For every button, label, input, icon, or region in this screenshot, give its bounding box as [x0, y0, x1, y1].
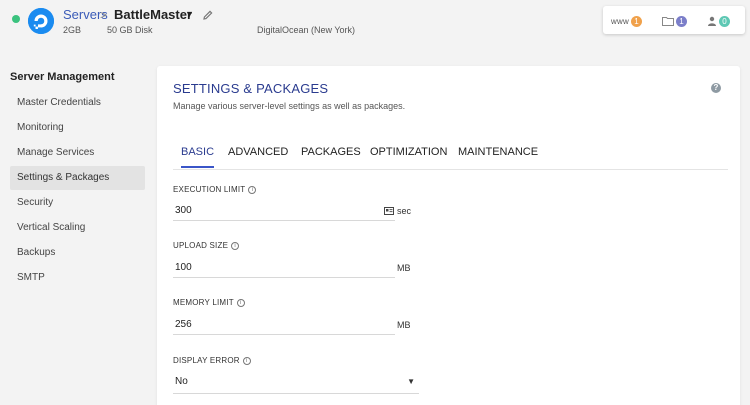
tab-basic[interactable]: BASIC [181, 146, 215, 168]
user-icon [708, 16, 716, 26]
users-count-badge: 0 [719, 15, 730, 27]
users-button[interactable]: 0 [707, 14, 730, 28]
info-icon[interactable]: i [231, 241, 240, 250]
edit-pencil-icon[interactable] [202, 9, 214, 21]
memory-limit-unit: MB [397, 320, 411, 330]
server-provider: DigitalOcean (New York) [257, 25, 356, 35]
display-error-label-text: DISPLAY ERROR [173, 356, 240, 365]
upload-size-label-text: UPLOAD SIZE [173, 241, 229, 250]
page-title: SETTINGS & PACKAGES [173, 81, 329, 96]
info-icon[interactable]: i [236, 298, 245, 307]
server-ram: 2GB [63, 25, 82, 35]
applications-count-badge: 1 [630, 15, 642, 27]
sidebar-item-vertical-scaling[interactable]: Vertical Scaling [10, 216, 145, 240]
www-label: www [611, 16, 629, 26]
id-card-icon [384, 207, 394, 215]
execution-limit-unit: sec [397, 206, 412, 216]
settings-panel: SETTINGS & PACKAGES Manage various serve… [157, 66, 740, 405]
page-subtitle: Manage various server-level settings as … [173, 101, 406, 111]
sidebar-item-settings-packages[interactable]: Settings & Packages [10, 166, 145, 190]
tab-advanced[interactable]: ADVANCED [228, 146, 288, 166]
display-error-label: DISPLAY ERROR i [173, 356, 251, 365]
sidebar-title: Server Management [10, 71, 115, 83]
info-icon[interactable]: i [248, 185, 257, 194]
breadcrumb-separator: > [100, 8, 108, 22]
server-disk: 50 GB Disk [107, 25, 153, 35]
digitalocean-logo-icon [28, 8, 54, 34]
memory-limit-label-text: MEMORY LIMIT [173, 298, 234, 307]
files-count-badge: 1 [676, 15, 687, 27]
tab-maintenance[interactable]: MAINTENANCE [458, 146, 538, 166]
header-actions-bar: www 1 1 0 [603, 6, 745, 34]
server-status-indicator [12, 15, 20, 23]
settings-tabs: BASIC ADVANCED PACKAGES OPTIMIZATION MAI… [173, 144, 728, 170]
server-switcher-caret-icon[interactable]: ▼ [185, 9, 194, 19]
display-error-select[interactable]: No ▼ [173, 372, 419, 394]
sidebar-item-monitoring[interactable]: Monitoring [10, 116, 145, 140]
memory-limit-label: MEMORY LIMIT i [173, 298, 245, 307]
chevron-down-icon: ▼ [407, 377, 415, 386]
upload-size-input[interactable]: 100 [173, 258, 395, 278]
execution-limit-input[interactable]: 300 [173, 201, 395, 221]
folder-icon [662, 17, 674, 26]
help-icon[interactable]: ? [711, 83, 721, 93]
tab-optimization[interactable]: OPTIMIZATION [370, 146, 447, 166]
execution-limit-label: EXECUTION LIMIT i [173, 185, 257, 194]
top-header: Servers > BattleMaster ▼ 2GB 50 GB Disk … [0, 0, 750, 48]
upload-size-label: UPLOAD SIZE i [173, 241, 240, 250]
display-error-value: No [175, 376, 188, 387]
sidebar-item-manage-services[interactable]: Manage Services [10, 141, 145, 165]
applications-button[interactable]: www 1 [611, 14, 642, 28]
execution-limit-label-text: EXECUTION LIMIT [173, 185, 246, 194]
breadcrumb-server-name: BattleMaster [114, 7, 193, 22]
upload-size-unit: MB [397, 263, 411, 273]
sidebar-item-security[interactable]: Security [10, 191, 145, 215]
tab-packages[interactable]: PACKAGES [301, 146, 361, 166]
sidebar-item-backups[interactable]: Backups [10, 241, 145, 265]
files-button[interactable]: 1 [662, 14, 687, 28]
info-icon[interactable]: i [242, 356, 251, 365]
sidebar-item-smtp[interactable]: SMTP [10, 266, 145, 290]
memory-limit-input[interactable]: 256 [173, 315, 395, 335]
sidebar-item-master-credentials[interactable]: Master Credentials [10, 91, 145, 115]
